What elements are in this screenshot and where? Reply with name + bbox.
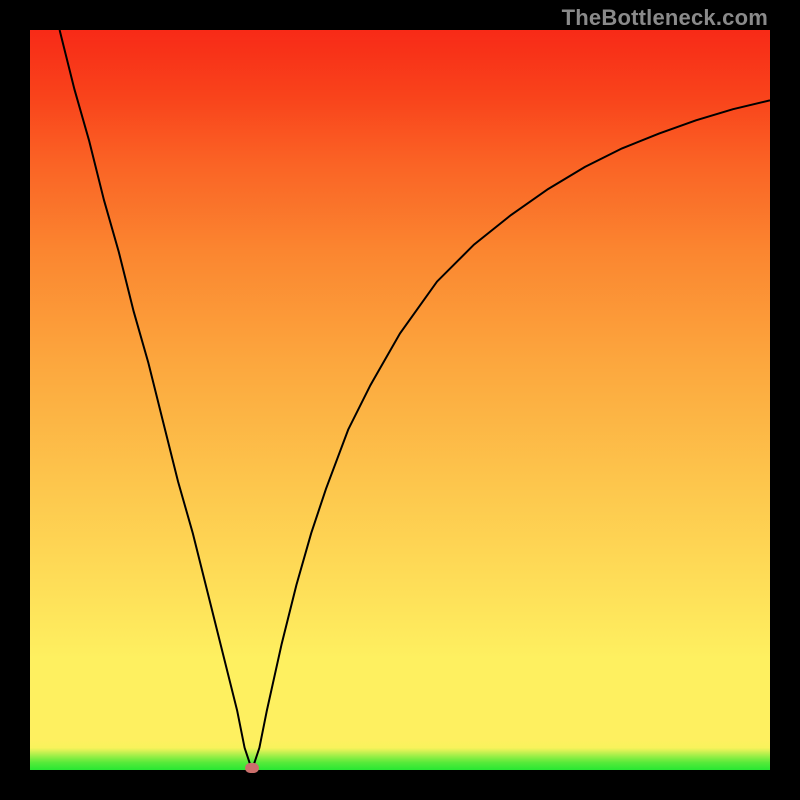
watermark-text: TheBottleneck.com [562, 5, 768, 31]
chart-frame: TheBottleneck.com [0, 0, 800, 800]
plot-area [30, 30, 770, 770]
bottleneck-curve-path [60, 30, 770, 770]
min-point-marker [245, 763, 259, 773]
curve-svg [30, 30, 770, 770]
